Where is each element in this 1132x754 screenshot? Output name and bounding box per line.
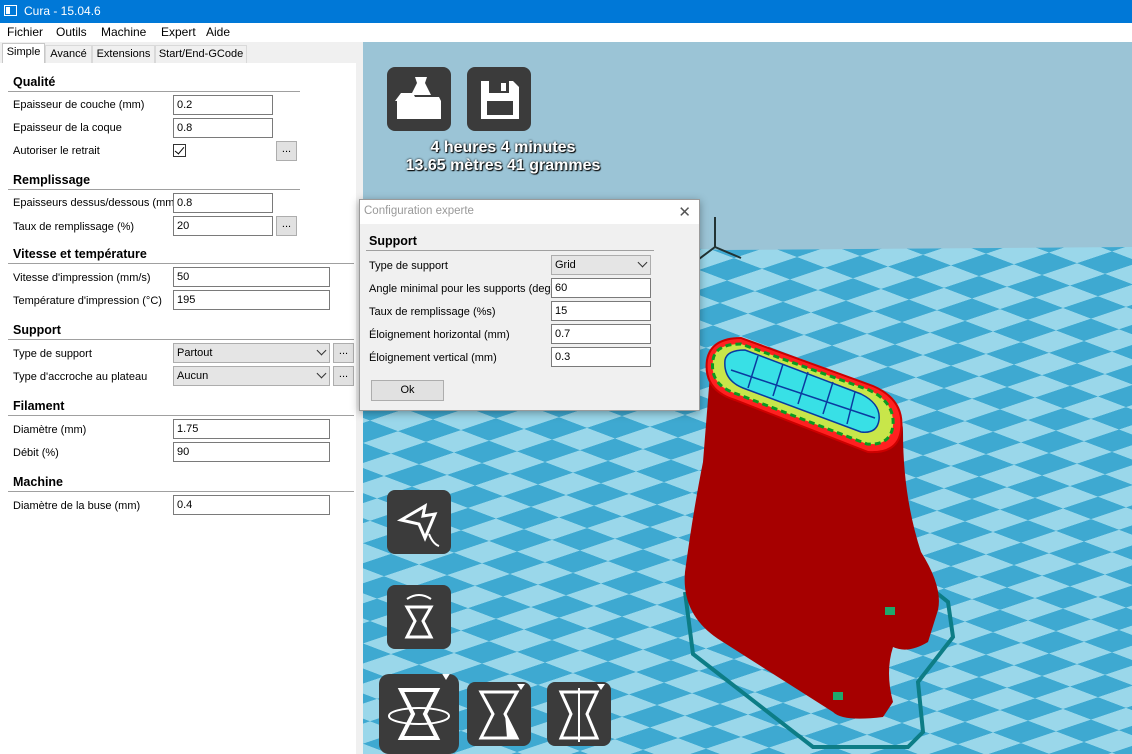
menu-machine[interactable]: Machine xyxy=(101,25,146,39)
dialog-angle-input[interactable]: 60 xyxy=(551,278,651,298)
material-usage: 13.65 mètres 41 grammes xyxy=(405,157,601,174)
dialog-z-distance-label: Éloignement vertical (mm) xyxy=(369,352,497,364)
top-bottom-input[interactable]: 0.8 xyxy=(173,193,273,213)
nozzle-size-label: Diamètre de la buse (mm) xyxy=(13,500,141,512)
section-vitesse: Vitesse et température xyxy=(13,247,147,261)
print-time: 4 heures 4 minutes xyxy=(430,139,576,156)
tab-extensions[interactable]: Extensions xyxy=(92,45,155,63)
print-temp-input[interactable]: 195 xyxy=(173,290,330,310)
scale-tool-button[interactable] xyxy=(467,682,531,746)
tab-simple[interactable]: Simple xyxy=(2,43,45,64)
scale-icon xyxy=(478,684,525,740)
divider xyxy=(366,250,654,251)
divider xyxy=(8,415,354,416)
flow-label: Débit (%) xyxy=(13,447,59,459)
dialog-support-type-select[interactable]: Grid xyxy=(551,255,651,275)
divider xyxy=(8,339,354,340)
rotate-icon xyxy=(396,503,440,547)
title-bar: Cura - 15.04.6 xyxy=(0,0,1132,23)
dialog-fill-input[interactable]: 15 xyxy=(551,301,651,321)
window-title: Cura - 15.04.6 xyxy=(24,4,101,18)
print-temp-label: Température d'impression (°C) xyxy=(13,295,162,307)
print-stats: 4 heures 4 minutes 13.65 mètres 41 gramm… xyxy=(383,139,623,175)
folder-icon xyxy=(395,77,441,119)
section-qualite: Qualité xyxy=(13,75,56,89)
menu-bar: Fichier Outils Machine Expert Aide xyxy=(0,23,1132,42)
divider xyxy=(8,491,354,492)
close-icon[interactable]: ✕ xyxy=(678,203,691,221)
mirror-icon xyxy=(558,684,605,742)
support-type-value: Partout xyxy=(177,347,213,359)
adhesion-type-select[interactable]: Aucun xyxy=(173,366,330,386)
mirror-tool-button[interactable] xyxy=(547,682,611,746)
dialog-angle-label: Angle minimal pour les supports (deg) xyxy=(369,283,555,295)
dialog-title: Configuration experte xyxy=(364,205,474,217)
shell-thickness-label: Epaisseur de la coque xyxy=(13,122,122,134)
adhesion-type-value: Aucun xyxy=(177,370,209,382)
dialog-z-distance-input[interactable]: 0.3 xyxy=(551,347,651,367)
rotate-object-icon xyxy=(404,594,434,639)
nozzle-size-input[interactable]: 0.4 xyxy=(173,495,330,515)
tab-avance[interactable]: Avancé xyxy=(45,45,92,63)
menu-fichier[interactable]: Fichier xyxy=(7,25,43,39)
retraction-label: Autoriser le retrait xyxy=(13,145,100,157)
fill-more-button[interactable]: ... xyxy=(276,216,297,236)
app-icon xyxy=(4,5,17,16)
model-detail xyxy=(885,607,895,615)
save-gcode-button[interactable] xyxy=(467,67,531,131)
floppy-disk-icon xyxy=(481,81,519,119)
dialog-support-type-label: Type de support xyxy=(369,260,448,272)
tab-start-end-gcode[interactable]: Start/End-GCode xyxy=(155,45,247,63)
retraction-more-button[interactable]: ... xyxy=(276,141,297,161)
support-type-label: Type de support xyxy=(13,348,92,360)
mirror-rotate-tool-button[interactable] xyxy=(387,585,451,649)
dialog-title-bar: Configuration experte ✕ xyxy=(360,200,699,224)
divider xyxy=(8,263,354,264)
support-type-select[interactable]: Partout xyxy=(173,343,330,363)
dialog-section-support: Support xyxy=(369,234,417,248)
section-filament: Filament xyxy=(13,399,65,413)
chevron-down-icon xyxy=(316,368,327,379)
top-bottom-label: Epaisseurs dessus/dessous (mm) xyxy=(13,197,179,209)
model-detail xyxy=(833,692,843,700)
chevron-down-icon xyxy=(316,345,327,356)
filament-diameter-input[interactable]: 1.75 xyxy=(173,419,330,439)
dialog-xy-distance-input[interactable]: 0.7 xyxy=(551,324,651,344)
retraction-checkbox[interactable] xyxy=(173,144,186,157)
print-speed-input[interactable]: 50 xyxy=(173,267,330,287)
ok-button[interactable]: Ok xyxy=(371,380,444,401)
divider xyxy=(8,91,300,92)
settings-tabs: Simple Avancé Extensions Start/End-GCode xyxy=(0,42,363,64)
shell-thickness-input[interactable]: 0.8 xyxy=(173,118,273,138)
expert-config-dialog: Configuration experte ✕ Support Type de … xyxy=(359,199,700,411)
fill-density-label: Taux de remplissage (%) xyxy=(13,221,135,233)
dialog-fill-label: Taux de remplissage (%s) xyxy=(369,306,496,318)
rotate-tool-button[interactable] xyxy=(387,490,451,554)
settings-panel: Qualité Epaisseur de couche (mm) 0.2 Epa… xyxy=(0,63,357,754)
filament-diameter-label: Diamètre (mm) xyxy=(13,424,87,436)
menu-outils[interactable]: Outils xyxy=(56,25,87,39)
layer-height-label: Epaisseur de couche (mm) xyxy=(13,99,145,111)
section-machine: Machine xyxy=(13,475,64,489)
load-model-button[interactable] xyxy=(387,67,451,131)
menu-expert[interactable]: Expert xyxy=(161,25,196,39)
support-more-button[interactable]: ... xyxy=(333,343,354,363)
section-remplissage: Remplissage xyxy=(13,173,91,187)
dialog-xy-distance-label: Éloignement horizontal (mm) xyxy=(369,329,510,341)
dialog-support-type-value: Grid xyxy=(555,259,576,271)
adhesion-more-button[interactable]: ... xyxy=(333,366,354,386)
menu-aide[interactable]: Aide xyxy=(206,25,230,39)
rotate-around-icon xyxy=(388,672,451,740)
print-speed-label: Vitesse d'impression (mm/s) xyxy=(13,272,151,284)
adhesion-type-label: Type d'accroche au plateau xyxy=(13,371,148,383)
flow-input[interactable]: 90 xyxy=(173,442,330,462)
rotate-active-tool-button[interactable] xyxy=(379,672,459,754)
divider xyxy=(8,189,300,190)
section-support: Support xyxy=(13,323,61,337)
fill-density-input[interactable]: 20 xyxy=(173,216,273,236)
layer-height-input[interactable]: 0.2 xyxy=(173,95,273,115)
chevron-down-icon xyxy=(637,257,648,268)
